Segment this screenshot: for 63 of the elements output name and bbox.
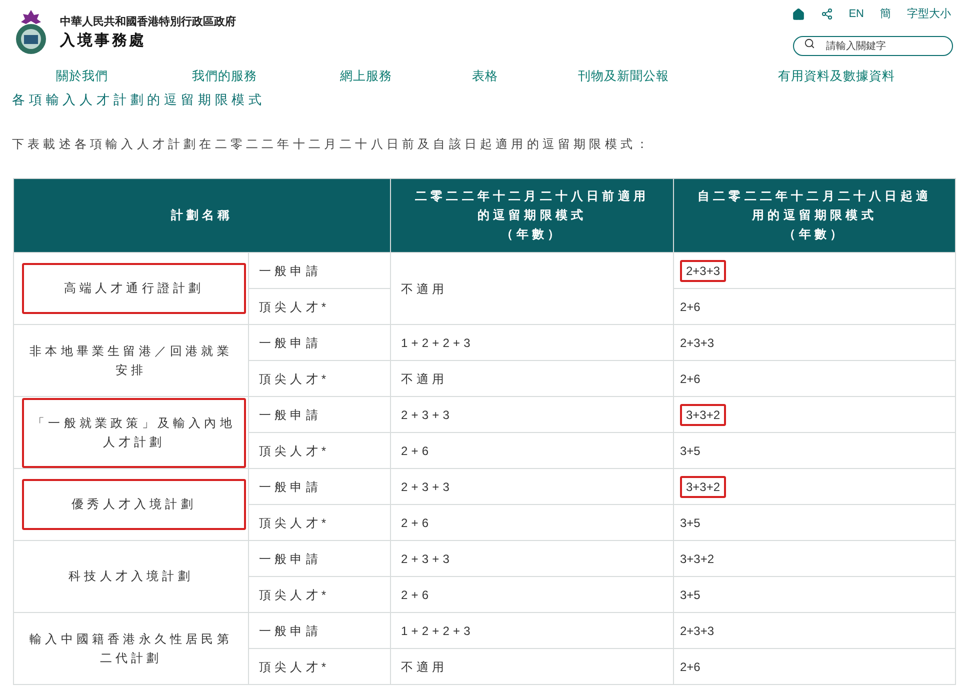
duration-text: 2+3+3	[401, 552, 454, 566]
category-text: 頂尖人才*	[259, 372, 330, 386]
duration-text: 2+3+3	[680, 260, 726, 282]
nav-link[interactable]: 刊物及新聞公報	[578, 66, 778, 86]
column-header: 計劃名稱	[170, 207, 234, 224]
duration-text: 2+6	[401, 516, 432, 530]
duration-text: 2+3+3	[680, 336, 714, 350]
share-icon[interactable]	[820, 8, 833, 20]
government-name: 中華人民共和國香港特別行政區政府	[60, 14, 236, 30]
duration-text: 3+3+2	[680, 476, 726, 498]
duration-text: 2+6	[680, 660, 700, 674]
category-text: 一般申請	[259, 552, 322, 566]
duration-text: 3+5	[680, 444, 700, 458]
category-text: 頂尖人才*	[259, 588, 330, 602]
duration-text: 1+2+2+3	[401, 624, 474, 638]
column-header: 自二零二二年十二月二十八日起適用的逗留期限模式	[696, 188, 932, 224]
category-text: 一般申請	[259, 408, 322, 422]
header-link[interactable]: 簡	[880, 6, 891, 22]
department-name: 入境事務處	[60, 31, 148, 51]
plan-name: 非本地畢業生留港／回港就業安排	[28, 342, 234, 378]
category-text: 頂尖人才*	[259, 300, 330, 314]
duration-text: 2+6	[680, 300, 700, 314]
column-unit: （年數）	[782, 226, 847, 243]
duration-text: 3+3+2	[680, 552, 714, 566]
search-icon	[804, 38, 815, 48]
duration-text: 不適用	[401, 372, 448, 386]
header-link[interactable]: 字型大小	[907, 6, 951, 22]
category-text: 頂尖人才*	[259, 660, 330, 674]
duration-text: 不適用	[401, 282, 448, 296]
category-text: 一般申請	[259, 624, 322, 638]
duration-text: 2+6	[680, 372, 700, 386]
plan-name: 優秀人才入境計劃	[22, 479, 246, 530]
nav-link[interactable]: 有用資料及數據資料	[778, 66, 895, 86]
nav-link[interactable]: 我們的服務	[192, 66, 340, 86]
duration-text: 不適用	[401, 660, 448, 674]
duration-text: 2+3+3	[401, 480, 454, 494]
duration-text: 3+3+2	[680, 404, 726, 426]
duration-text: 2+6	[401, 588, 432, 602]
category-text: 一般申請	[259, 336, 322, 350]
category-text: 一般申請	[259, 264, 322, 278]
duration-text: 2+3+3	[401, 408, 454, 422]
plan-name: 科技人才入境計劃	[68, 568, 194, 585]
nav-link[interactable]: 關於我們	[56, 66, 192, 86]
plan-name: 「一般就業政策」及輸入內地人才計劃	[22, 398, 246, 468]
plan-name: 輸入中國籍香港永久性居民第二代計劃	[28, 630, 234, 666]
search-field[interactable]: 請輸入關鍵字	[793, 36, 953, 56]
nav-link[interactable]: 網上服務	[340, 66, 472, 86]
duration-text: 2+3+3	[680, 624, 714, 638]
page-title: 各項輸入人才計劃的逗留期限模式	[12, 91, 266, 110]
category-text: 頂尖人才*	[259, 444, 330, 458]
category-text: 一般申請	[259, 480, 322, 494]
duration-text: 2+6	[401, 444, 432, 458]
duration-text: 3+5	[680, 516, 700, 530]
intro-text: 下表載述各項輸入人才計劃在二零二二年十二月二十八日前及自該日起適用的逗留期限模式：	[12, 137, 652, 151]
duration-text: 1+2+2+3	[401, 336, 474, 350]
nav-link[interactable]: 表格	[472, 66, 578, 86]
header-link[interactable]: EN	[848, 6, 864, 22]
plan-name: 高端人才通行證計劃	[22, 263, 246, 314]
home-icon[interactable]	[792, 8, 805, 21]
column-header: 二零二二年十二月二十八日前適用的逗留期限模式	[414, 188, 650, 224]
category-text: 頂尖人才*	[259, 516, 330, 530]
duration-text: 3+5	[680, 588, 700, 602]
column-unit: （年數）	[500, 226, 564, 243]
